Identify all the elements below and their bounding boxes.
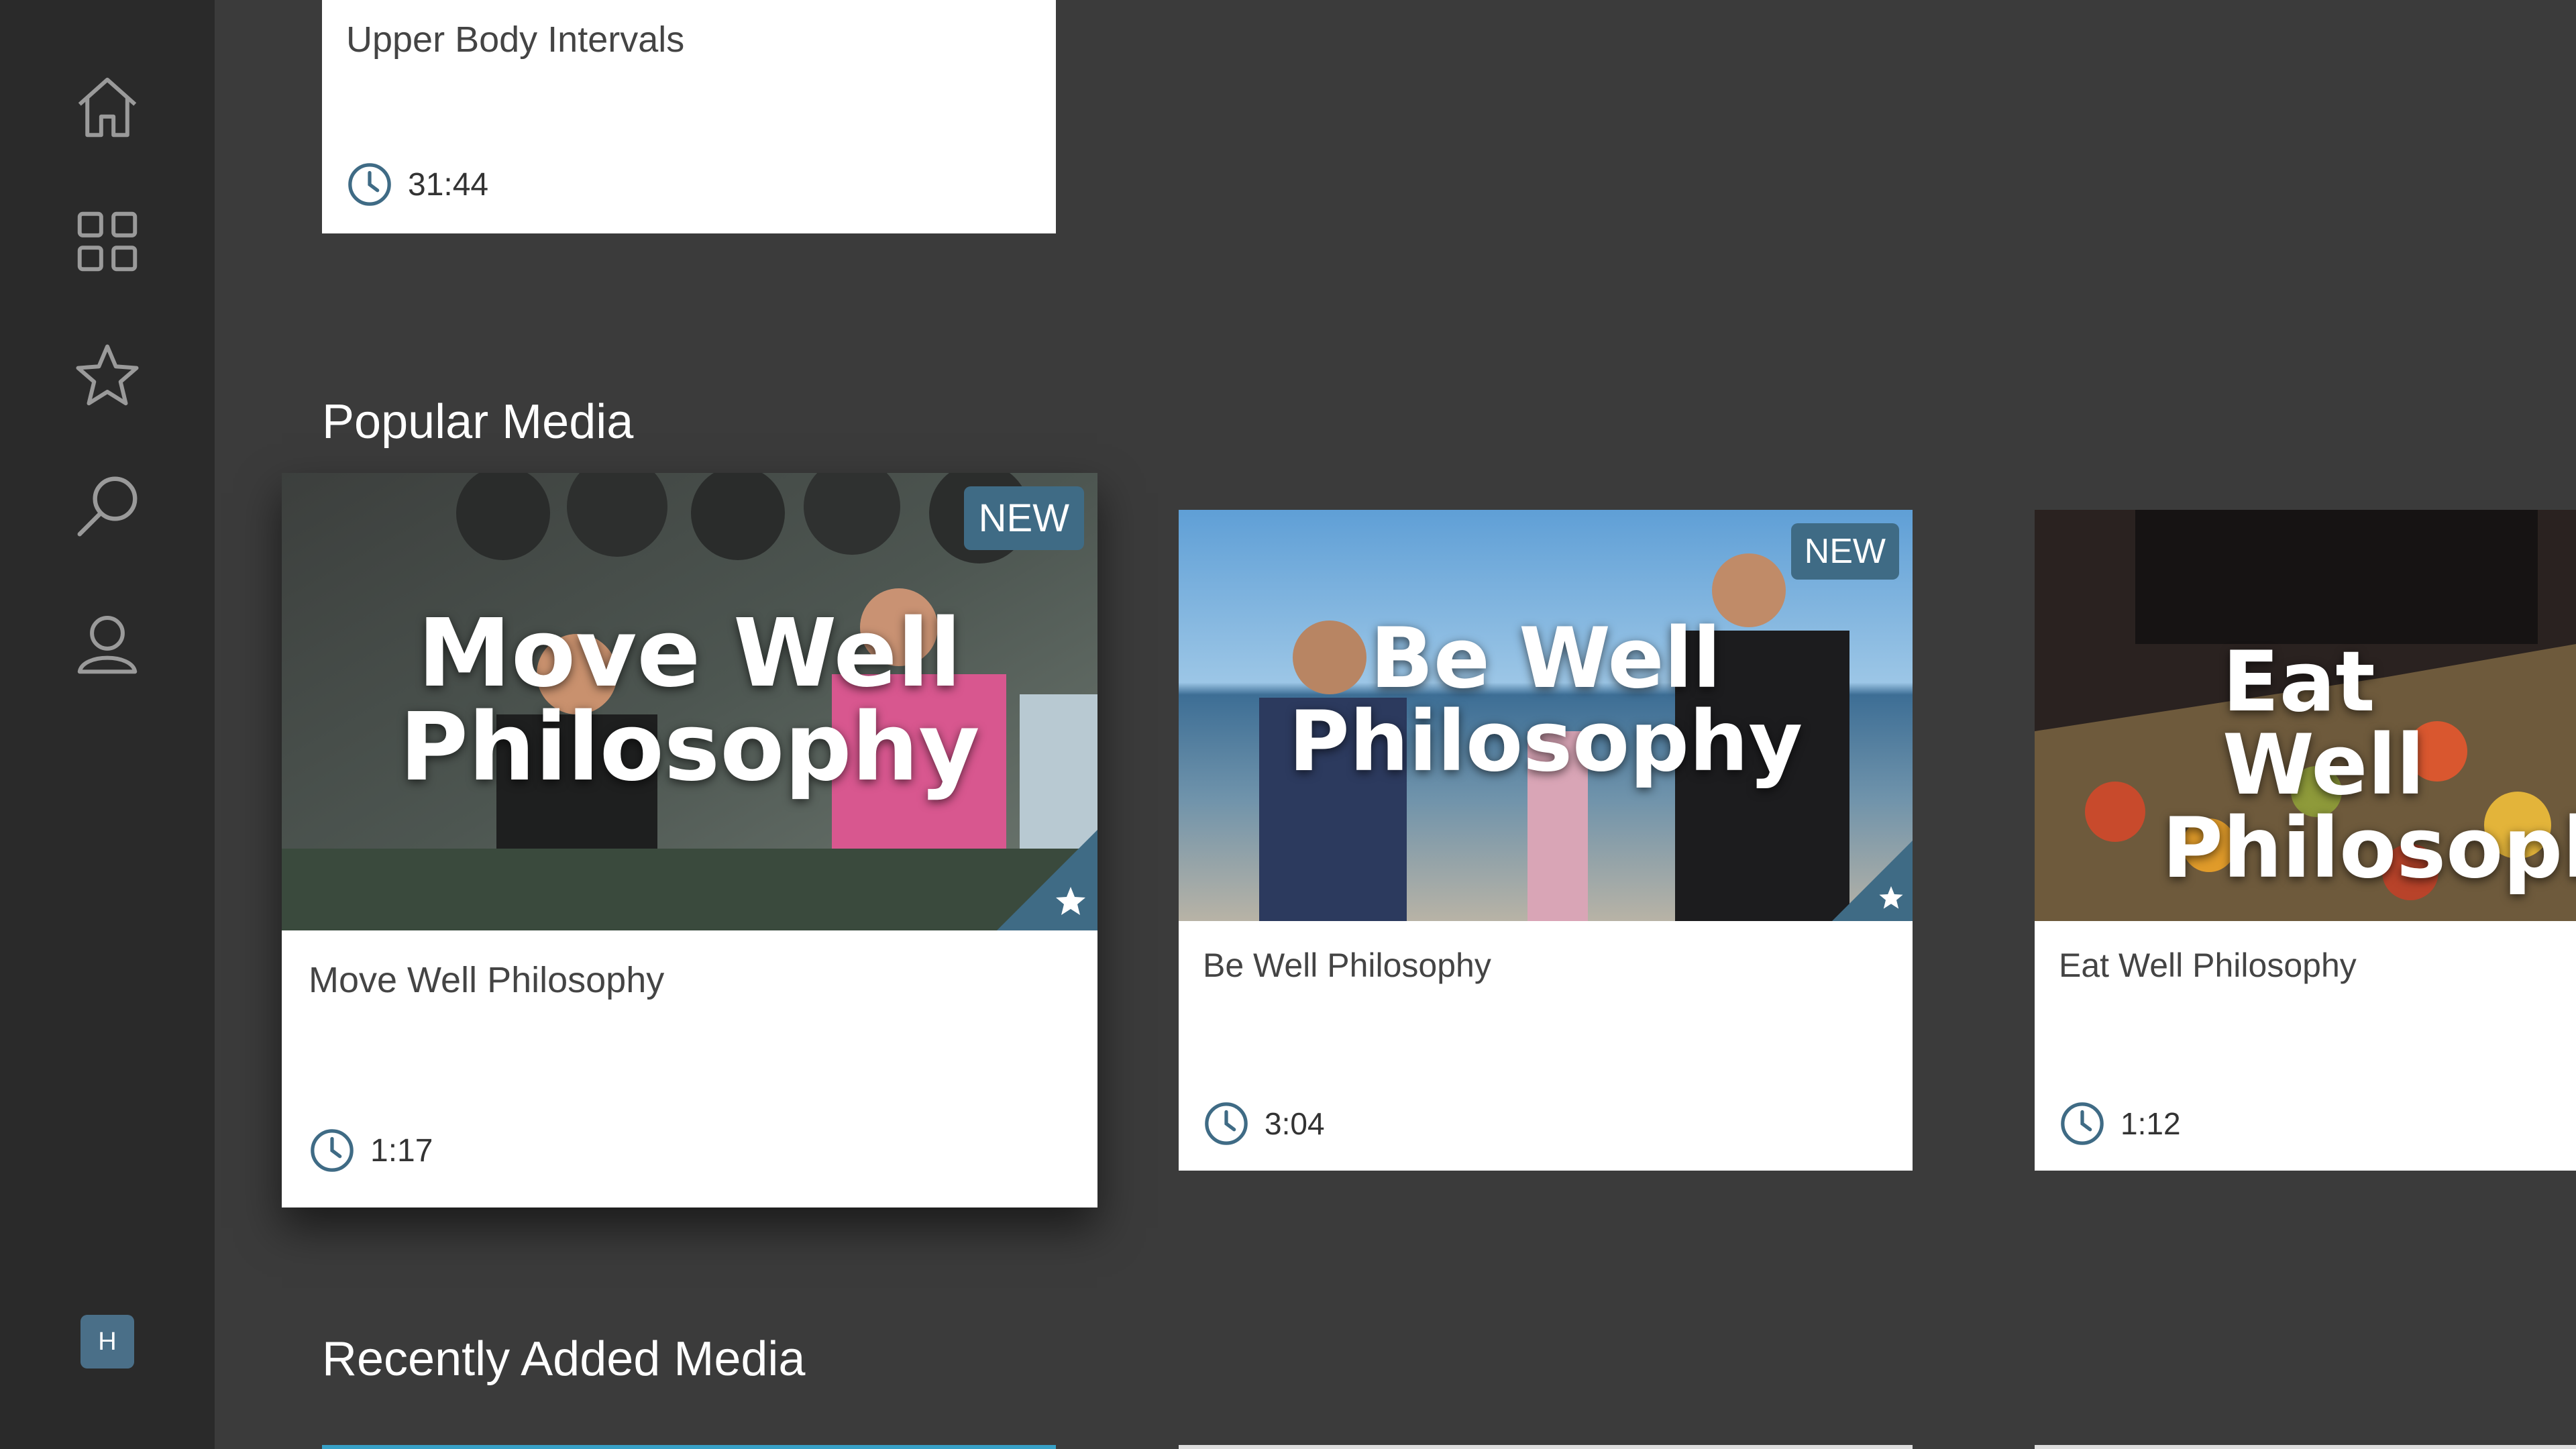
thumbnail-title-line1: Eat Well (2222, 634, 2425, 814)
media-card-be-well[interactable]: Be Well Philosophy NEW Be Well Philosoph… (1179, 510, 1913, 1171)
sidebar: H (0, 0, 215, 1449)
thumbnail-title-line1: Move Well (417, 599, 962, 708)
recent-card-edge[interactable] (322, 1445, 1056, 1449)
thumbnail-title-line2: Philosoph (2162, 800, 2576, 897)
thumbnail-title: Move Well Philosophy (282, 607, 1097, 795)
thumbnail-title-line2: Philosophy (399, 693, 980, 802)
home-icon (78, 77, 137, 138)
section-title-popular: Popular Media (322, 395, 634, 449)
card-title: Upper Body Intervals (346, 19, 685, 60)
card-title: Be Well Philosophy (1203, 947, 1491, 984)
nav-profile[interactable] (67, 604, 148, 684)
nav-search[interactable] (67, 466, 148, 547)
profile-icon (77, 616, 138, 674)
card-title: Eat Well Philosophy (2059, 947, 2357, 984)
media-card-upper-body[interactable]: Upper Body Intervals 31:44 (322, 0, 1056, 233)
nav-home[interactable] (67, 67, 148, 148)
new-badge: NEW (963, 486, 1084, 550)
user-avatar[interactable]: H (80, 1315, 134, 1368)
new-badge: NEW (1790, 523, 1899, 580)
media-card-eat-well[interactable]: Eat Well Philosoph Eat Well Philosophy 1… (2035, 510, 2576, 1171)
media-card-move-well[interactable]: Move Well Philosophy NEW Move Well Philo… (282, 473, 1097, 1208)
nav-browse[interactable] (67, 201, 148, 282)
media-thumbnail: Move Well Philosophy NEW (282, 473, 1097, 930)
favorite-corner[interactable] (997, 830, 1097, 930)
section-title-recent: Recently Added Media (322, 1332, 806, 1386)
media-thumbnail: Eat Well Philosoph (2035, 510, 2576, 921)
duration-text: 3:04 (1265, 1106, 1325, 1141)
star-icon (76, 344, 139, 406)
clock-icon (348, 163, 391, 206)
grid-icon (77, 211, 138, 272)
thumbnail-title-line2: Philosophy (1288, 694, 1803, 790)
favorite-corner[interactable] (1832, 841, 1913, 921)
card-title: Move Well Philosophy (309, 960, 665, 1000)
card-duration: 1:12 (2059, 1100, 2181, 1147)
duration-text: 31:44 (408, 166, 489, 203)
thumbnail-title: Be Well Philosophy (1179, 617, 1913, 784)
media-thumbnail: Be Well Philosophy NEW (1179, 510, 1913, 921)
recent-card-edge[interactable] (1179, 1445, 1913, 1449)
card-duration: 1:17 (309, 1127, 433, 1174)
duration-text: 1:17 (370, 1132, 433, 1169)
clock-icon (2061, 1102, 2104, 1145)
card-duration: 31:44 (346, 161, 488, 208)
duration-text: 1:12 (2121, 1106, 2181, 1141)
search-icon (77, 476, 138, 537)
thumbnail-title-line1: Be Well (1370, 610, 1721, 707)
thumbnail-title: Eat Well Philosoph (2162, 641, 2576, 890)
clock-icon (311, 1129, 354, 1172)
nav-favorites[interactable] (67, 335, 148, 416)
clock-icon (1205, 1102, 1248, 1145)
recent-card-edge[interactable] (2035, 1445, 2576, 1449)
card-duration: 3:04 (1203, 1100, 1325, 1147)
